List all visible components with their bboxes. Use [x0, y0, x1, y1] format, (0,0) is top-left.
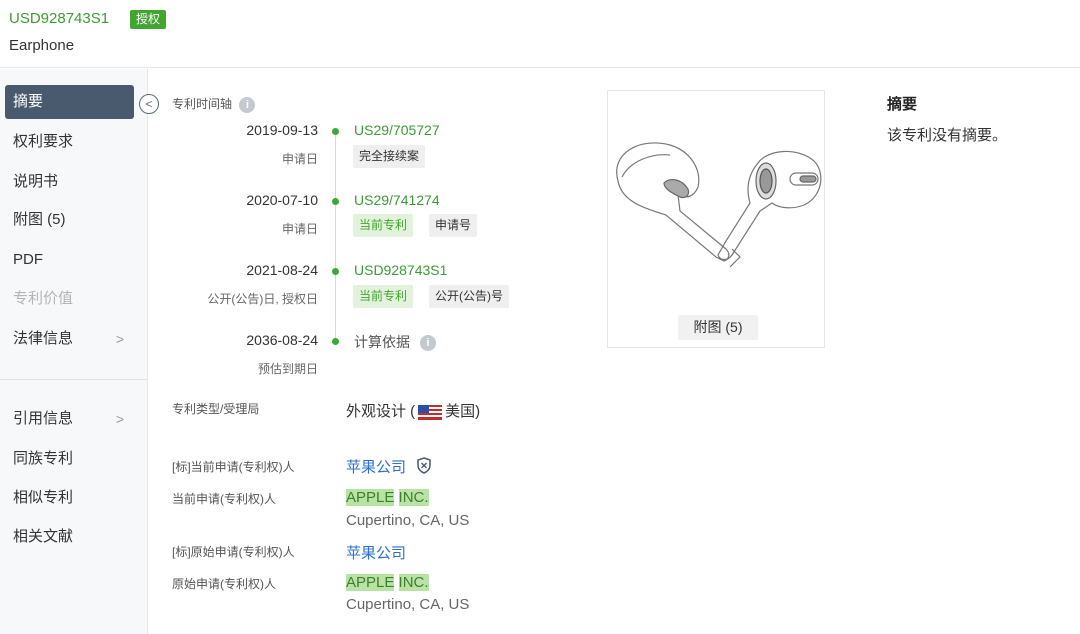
sidebar-item-related-docs[interactable]: 相关文献 [5, 520, 134, 554]
timeline-dot [332, 198, 339, 205]
current-applicant-address: Cupertino, CA, US [346, 512, 470, 529]
timeline-dot [332, 338, 339, 345]
tag-continuation: 完全接续案 [353, 145, 426, 168]
original-applicant-name: APPLE INC. [346, 574, 429, 591]
std-original-applicant-label: [标]原始申请(专利权)人 [172, 545, 295, 559]
calculation-basis: 计算依据 i [354, 332, 436, 352]
timeline-date: 2036-08-24 [246, 332, 318, 348]
timeline-heading: 专利时间轴 i [172, 95, 256, 113]
sidebar-item-drawings[interactable]: 附图 (5) [5, 203, 134, 237]
sidebar-item-abstract[interactable]: 摘要 [5, 85, 134, 119]
status-badge: 授权 [130, 10, 167, 29]
sidebar-item-description[interactable]: 说明书 [5, 165, 134, 199]
current-applicant-name: APPLE INC. [346, 489, 429, 506]
timeline-date: 2019-09-13 [246, 122, 318, 138]
sidebar-item-similar[interactable]: 相似专利 [5, 481, 134, 515]
tag-current-patent: 当前专利 [353, 214, 414, 237]
abstract-title: 摘要 [887, 96, 918, 113]
std-original-applicant-link[interactable]: 苹果公司 [346, 542, 406, 563]
timeline-number-link[interactable]: USD928743S1 [354, 262, 447, 278]
original-applicant-label: 原始申请(专利权)人 [172, 577, 276, 591]
patent-header: USD928743S1 授权 Earphone [0, 0, 1080, 68]
abstract-text: 该专利没有摘要。 [887, 127, 1008, 144]
sidebar-item-citations[interactable]: 引用信息 > [5, 402, 134, 436]
patent-title: Earphone [9, 37, 75, 54]
original-applicant-address: Cupertino, CA, US [346, 596, 470, 613]
timeline-dot [332, 268, 339, 275]
sidebar-item-claims[interactable]: 权利要求 [5, 125, 134, 159]
std-current-applicant-label: [标]当前申请(专利权)人 [172, 460, 295, 474]
timeline-date-label: 公开(公告)日, 授权日 [207, 292, 318, 306]
timeline-number-link[interactable]: US29/705727 [354, 122, 440, 138]
timeline-line [335, 131, 336, 341]
info-icon[interactable]: i [419, 335, 436, 352]
tag-current-patent: 当前专利 [353, 285, 414, 308]
sidebar-item-legal-info[interactable]: 法律信息 > [5, 322, 134, 356]
sidebar-item-patent-value: 专利价值 [13, 290, 74, 307]
std-current-applicant-link[interactable]: 苹果公司 [346, 456, 406, 477]
current-applicant-label: 当前申请(专利权)人 [172, 492, 276, 506]
timeline-date-label: 申请日 [281, 152, 318, 166]
timeline-date: 2021-08-24 [246, 262, 318, 278]
sidebar-divider [0, 379, 148, 380]
sidebar-item-family[interactable]: 同族专利 [5, 442, 134, 476]
shield-icon[interactable] [416, 457, 432, 474]
sidebar-nav: 摘要 权利要求 说明书 附图 (5) PDF 专利价值 法律信息 > 引用信息 > … [0, 69, 148, 634]
patent-number: USD928743S1 [9, 10, 110, 27]
sidebar-item-pdf[interactable]: PDF [5, 243, 134, 277]
timeline-dot [332, 128, 339, 135]
tag-publication-number: 公开(公告)号 [429, 285, 509, 308]
timeline-number-link[interactable]: US29/741274 [354, 192, 440, 208]
chevron-left-icon[interactable]: < [139, 94, 159, 114]
earphone-drawing [616, 142, 822, 268]
chevron-right-icon: > [115, 411, 124, 427]
figure-thumbnail[interactable] [607, 90, 825, 348]
timeline-date: 2020-07-10 [246, 192, 318, 208]
patent-type-value: 外观设计 ( 美国) [346, 403, 481, 420]
chevron-right-icon: > [115, 331, 124, 347]
timeline-date-label: 预估到期日 [257, 362, 318, 376]
tag-application-number: 申请号 [429, 214, 478, 237]
info-icon[interactable]: i [239, 96, 256, 113]
us-flag-icon [418, 404, 443, 420]
patent-type-label: 专利类型/受理局 [172, 402, 260, 416]
timeline-date-label: 申请日 [281, 222, 318, 236]
figures-button[interactable]: 附图 (5) [678, 315, 758, 340]
